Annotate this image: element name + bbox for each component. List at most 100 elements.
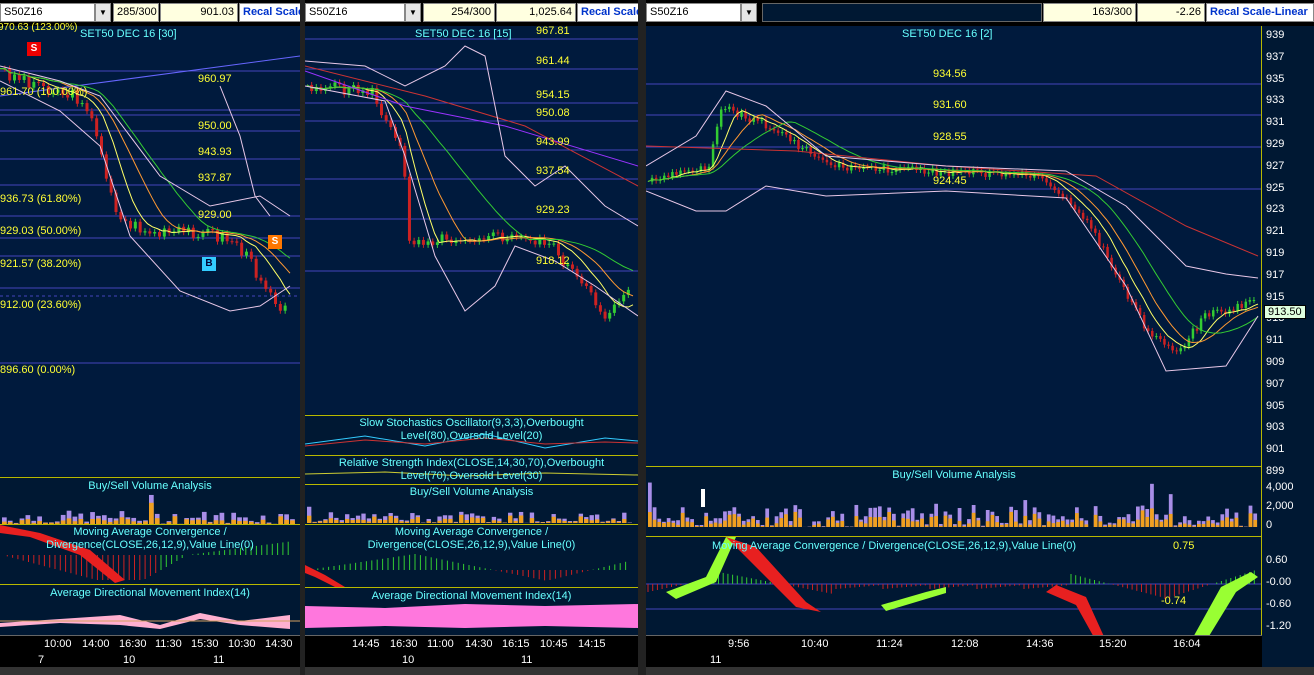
fib-label: 921.57 (38.20%) <box>0 258 82 270</box>
buy-sell-volume-pane[interactable]: Buy/Sell Volume Analysis <box>305 484 638 525</box>
level-label: 931.60 <box>933 99 967 111</box>
volume-bar <box>1098 521 1103 527</box>
candle <box>776 130 780 133</box>
panel-divider[interactable] <box>638 0 646 675</box>
level-label: 950.08 <box>536 107 570 119</box>
sell-signal-marker[interactable]: S <box>27 42 41 56</box>
horizontal-scrollbar[interactable] <box>646 667 1314 675</box>
candle <box>278 303 282 311</box>
buy-sell-volume-pane[interactable]: Buy/Sell Volume Analysis <box>646 466 1262 537</box>
volume-bar <box>971 512 976 527</box>
macd-pane[interactable]: Moving Average Convergence / Divergence(… <box>305 524 638 588</box>
candle <box>1012 174 1016 176</box>
buy-sell-volume-pane[interactable]: Buy/Sell Volume Analysis <box>0 477 300 525</box>
volume-bar <box>448 518 453 523</box>
time-label: 14:45 <box>352 638 380 650</box>
volume-bar <box>1051 523 1056 527</box>
volume-bar <box>840 520 845 527</box>
volume-bar <box>774 523 779 527</box>
volume-bar <box>464 520 469 523</box>
sell-signal-marker[interactable]: S <box>268 235 282 249</box>
volume-bar <box>732 514 737 527</box>
candle <box>1102 246 1105 248</box>
candle <box>153 232 157 234</box>
level-label: 937.54 <box>536 165 570 177</box>
candle <box>1195 328 1199 331</box>
recal-scale-button[interactable]: Recal Scale <box>577 3 638 22</box>
volume-bar <box>873 517 877 527</box>
symbol-dropdown-button[interactable]: ▼ <box>741 3 757 22</box>
candle <box>491 232 495 237</box>
price-chart[interactable]: SET50 DEC 16 [2] 934.56 931.60 928.55 92… <box>646 26 1262 466</box>
macd-pane[interactable]: Moving Average Convergence / Divergence(… <box>646 536 1262 641</box>
volume-bar <box>995 522 999 527</box>
volume-bar <box>1126 522 1131 527</box>
horizontal-scrollbar[interactable] <box>305 667 638 675</box>
volume-bar <box>892 520 896 527</box>
volume-bar <box>475 518 480 523</box>
symbol-select[interactable]: S50Z16 <box>646 3 741 22</box>
price-tick: 935 <box>1266 72 1285 85</box>
macd-signal-band <box>881 587 946 611</box>
horizontal-scrollbar[interactable] <box>0 667 300 675</box>
candle <box>589 285 593 293</box>
volume-bar <box>831 516 835 527</box>
candle <box>1061 193 1065 198</box>
volume-bar <box>172 516 178 524</box>
time-label: 16:30 <box>390 638 418 650</box>
price-tick: 903 <box>1266 421 1285 434</box>
recal-scale-button[interactable]: Recal Scale <box>239 3 300 22</box>
volume-bar <box>727 514 732 527</box>
symbol-select[interactable]: S50Z16 <box>0 3 95 22</box>
price-axis[interactable]: 939 937 935 933 931 929 927 925 923 921 919 917 915 9… <box>1261 26 1314 640</box>
rsi-pane[interactable]: Relative Strength Index(CLOSE,14,30,70),… <box>305 455 638 485</box>
symbol-dropdown-button[interactable]: ▼ <box>405 3 421 22</box>
symbol-dropdown-button[interactable]: ▼ <box>95 3 111 22</box>
symbol-select[interactable]: S50Z16 <box>305 3 405 22</box>
recal-scale-button[interactable]: Recal Scale-Linear <box>1206 3 1314 22</box>
volume-bar <box>741 524 746 527</box>
candle <box>594 292 598 306</box>
candle <box>667 175 670 178</box>
volume-bar <box>491 520 497 523</box>
volume-bar <box>1084 524 1089 527</box>
candle <box>426 241 430 245</box>
volume-bar <box>957 520 962 527</box>
candle <box>740 111 743 117</box>
pane-title: Buy/Sell Volume Analysis <box>88 480 212 492</box>
candle <box>249 251 253 259</box>
time-label: 11:00 <box>427 638 454 650</box>
volume-bar <box>594 519 600 523</box>
price-tick: 933 <box>1266 94 1285 107</box>
volume-bar <box>1075 513 1079 527</box>
time-label: 9:56 <box>728 638 750 650</box>
price-chart[interactable]: SET50 DEC 16 [15] 967.81 961.44 954.15 9… <box>305 25 638 414</box>
volume-spike <box>701 489 705 507</box>
volume-bar <box>1229 521 1234 527</box>
volume-bar <box>1093 514 1098 527</box>
macd-pane[interactable]: Moving Average Convergence / Divergence(… <box>0 524 300 585</box>
adx-pane[interactable]: Average Directional Movement Index(14) <box>305 587 638 637</box>
volume-bar <box>562 520 567 523</box>
price-tick: 931 <box>1266 116 1285 129</box>
chart-title: SET50 DEC 16 [15] <box>415 28 512 40</box>
buy-signal-marker[interactable]: B <box>202 257 216 271</box>
volume-bar <box>999 524 1004 527</box>
time-label: 14:36 <box>1026 638 1054 650</box>
volume-bar <box>317 521 323 523</box>
candle <box>556 243 560 256</box>
chart-title: SET50 DEC 16 [30] <box>80 28 177 40</box>
volume-bar <box>910 521 915 527</box>
candle <box>8 68 12 81</box>
adx-pane[interactable]: Average Directional Movement Index(14) <box>0 584 300 637</box>
candle <box>333 82 337 87</box>
price-tick: 927 <box>1266 159 1285 172</box>
indicator-line <box>0 68 291 274</box>
stochastics-pane[interactable]: Slow Stochastics Oscillator(9,3,3),Overb… <box>305 415 638 456</box>
candle <box>1106 246 1109 258</box>
candle <box>13 74 16 81</box>
volume-bar <box>1234 517 1239 527</box>
ma-long <box>305 65 638 187</box>
price-chart[interactable]: 970.63 (123.00%) SET50 DEC 16 [30] 960.9… <box>0 22 300 476</box>
level-label: 929.23 <box>536 204 570 216</box>
